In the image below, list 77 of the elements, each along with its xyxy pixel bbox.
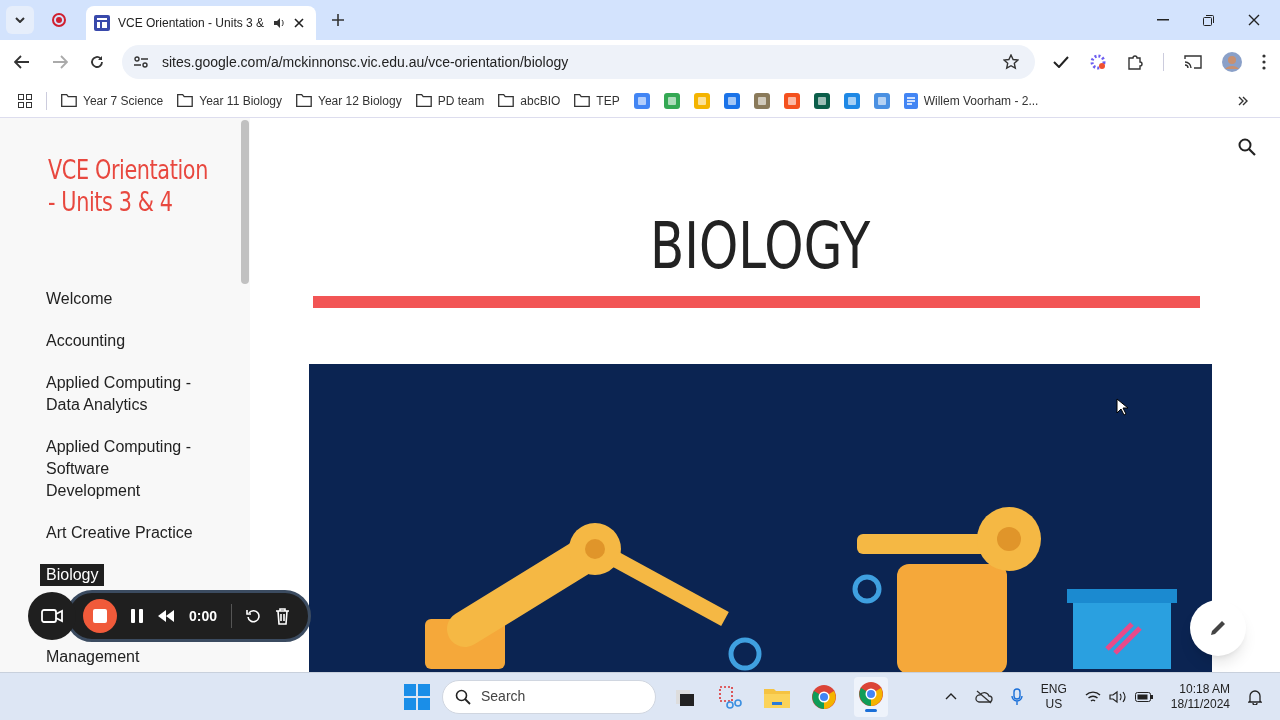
bookmark-app-icon[interactable] [843, 92, 860, 109]
nav-link[interactable]: Biology [40, 564, 105, 586]
windows-start-icon[interactable] [404, 683, 430, 710]
menu-icon[interactable] [1262, 54, 1266, 70]
chevron-up-icon[interactable] [944, 693, 957, 700]
search-icon [455, 688, 471, 705]
active-browser-button[interactable] [854, 676, 888, 717]
back-icon[interactable] [14, 55, 30, 69]
minimize-icon[interactable] [1157, 19, 1169, 21]
nav-link[interactable]: Management [46, 646, 206, 668]
nav-link[interactable]: Art Creative Practice [46, 522, 206, 544]
rewind-icon[interactable] [157, 610, 175, 622]
taskbar-search-field[interactable]: Search [442, 679, 656, 714]
puzzle-icon[interactable] [1127, 54, 1143, 70]
stop-record-button[interactable] [83, 599, 117, 633]
tab-title: VCE Orientation - Units 3 & [118, 15, 265, 32]
clock[interactable]: 10:18 AM 18/11/2024 [1170, 681, 1230, 712]
scrollbar-thumb[interactable] [240, 118, 250, 672]
more-bookmarks-icon[interactable] [1238, 95, 1248, 106]
bookmark-folder[interactable]: Year 7 Science [61, 91, 164, 110]
bookmark-folder[interactable]: Year 11 Biology [177, 91, 282, 110]
bell-icon[interactable] [1248, 688, 1262, 705]
bookmark-app-icon[interactable] [753, 92, 770, 109]
sites-icon [94, 15, 110, 31]
record-tab-icon[interactable] [52, 13, 66, 27]
cloud-off-icon[interactable] [974, 689, 993, 704]
pencil-icon [1209, 619, 1227, 637]
bookmark-app-icon[interactable] [723, 92, 740, 109]
bookmark-app-icon[interactable] [633, 92, 650, 109]
profile-avatar-icon[interactable] [1222, 52, 1242, 72]
restart-icon[interactable] [246, 608, 262, 624]
nav-link[interactable]: Welcome [46, 288, 206, 310]
trash-icon[interactable] [275, 607, 291, 625]
bookmark-folder[interactable]: abcBIO [498, 91, 561, 110]
close-icon[interactable] [1248, 14, 1260, 26]
bookmark-folder[interactable]: TEP [574, 91, 620, 110]
bookmark-app-icon[interactable] [873, 92, 890, 109]
pause-icon[interactable] [131, 609, 143, 623]
bookmark-app-icon[interactable] [783, 92, 800, 109]
bookmark-app-icon[interactable] [813, 92, 830, 109]
mouse-cursor-icon [1116, 398, 1128, 416]
snipping-tool-icon[interactable] [718, 684, 742, 709]
restore-icon[interactable] [1203, 14, 1214, 26]
input-language[interactable]: ENG US [1040, 681, 1067, 712]
apps-grid-icon[interactable] [18, 93, 32, 108]
chevron-down-icon [15, 17, 25, 23]
browser-tab[interactable]: VCE Orientation - Units 3 & [86, 6, 316, 40]
tab-list-button[interactable] [6, 6, 34, 34]
checkmark-icon[interactable] [1053, 56, 1069, 68]
bookmark-link[interactable]: Willem Voorham - 2... [903, 91, 1039, 110]
star-icon[interactable] [1003, 54, 1019, 70]
close-icon[interactable] [294, 18, 305, 28]
cast-icon[interactable] [1184, 55, 1202, 69]
site-settings-icon[interactable] [134, 56, 148, 68]
page-heading: BIOLOGY [649, 208, 871, 285]
video-camera-icon [41, 609, 63, 623]
site-title[interactable]: VCE Orientation - Units 3 & 4 [48, 154, 208, 218]
microphone-icon[interactable] [1010, 687, 1023, 706]
search-icon[interactable] [1238, 138, 1256, 156]
recording-time: 0:00 [189, 606, 218, 626]
nav-link[interactable]: Applied Computing - Software Development [46, 436, 206, 502]
browser-icon [859, 681, 883, 706]
battery-icon[interactable] [1134, 691, 1153, 702]
address-bar[interactable]: sites.google.com/a/mckinnonsc.vic.edu.au/vce-orientation/biology [122, 45, 1035, 79]
speaker-icon[interactable] [1108, 689, 1127, 704]
nav-link[interactable]: Applied Computing - Data Analytics [46, 372, 206, 416]
bookmark-folder[interactable]: Year 12 Biology [296, 91, 402, 110]
document-icon [903, 92, 918, 109]
bookmark-folder[interactable]: PD team [415, 91, 485, 110]
reload-icon[interactable] [90, 55, 104, 69]
new-tab-icon[interactable] [332, 14, 344, 26]
nav-link[interactable]: Accounting [46, 330, 206, 352]
extension-burst-icon[interactable] [1089, 53, 1107, 71]
browser-icon[interactable] [812, 684, 836, 709]
speaker-icon[interactable] [272, 16, 287, 30]
wifi-icon[interactable] [1084, 690, 1101, 703]
url-text: sites.google.com/a/mckinnonsc.vic.edu.au/vce-orientation/biology [162, 52, 569, 72]
